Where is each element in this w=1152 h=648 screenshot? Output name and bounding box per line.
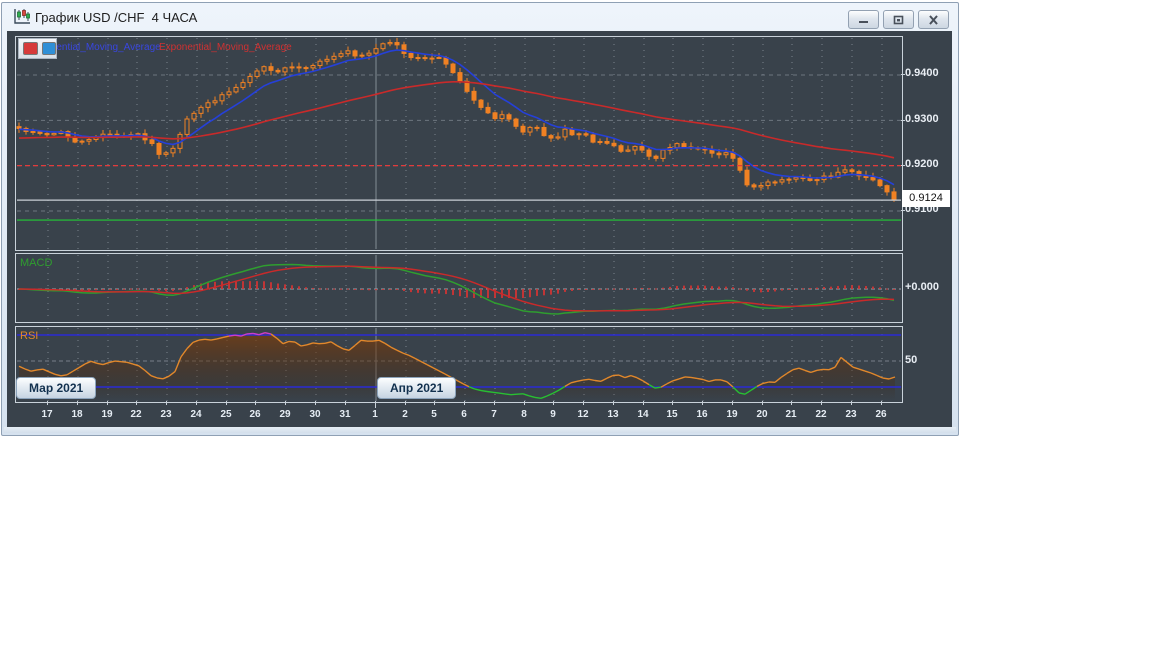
- minimize-icon: [858, 21, 868, 23]
- chart-window: График USD /CHF 4 ЧАСА MACD RSI Exponent…: [1, 2, 959, 436]
- time-axis-tick: [196, 401, 197, 405]
- window-title: График USD /CHF 4 ЧАСА: [35, 10, 198, 25]
- macd-label: MACD: [20, 257, 52, 269]
- time-axis-tick: [464, 401, 465, 405]
- time-axis-label[interactable]: 8: [521, 409, 527, 420]
- current-price-box: 0.9124: [902, 190, 950, 207]
- toolbar-blue-button[interactable]: [41, 42, 56, 55]
- toolbar-red-button[interactable]: [23, 42, 38, 55]
- time-axis-label[interactable]: 17: [41, 409, 52, 420]
- time-axis-label[interactable]: 14: [637, 409, 648, 420]
- time-axis-label[interactable]: 23: [845, 409, 856, 420]
- rsi-fill: [19, 332, 895, 401]
- time-axis-label[interactable]: 15: [666, 409, 677, 420]
- minimize-button[interactable]: [848, 10, 879, 29]
- month-badge-april: Апр 2021: [377, 377, 457, 399]
- restore-button[interactable]: [883, 10, 914, 29]
- rsi-mid-label: 50: [905, 354, 918, 366]
- time-axis-label[interactable]: 29: [279, 409, 290, 420]
- window-controls: [848, 10, 949, 29]
- time-axis-label[interactable]: 1: [372, 409, 378, 420]
- time-axis-tick: [405, 401, 406, 405]
- time-axis-label[interactable]: 22: [815, 409, 826, 420]
- time-axis-label[interactable]: 12: [577, 409, 588, 420]
- time-axis-label[interactable]: 21: [785, 409, 796, 420]
- price-chart-panel[interactable]: [15, 36, 903, 251]
- time-axis-label[interactable]: 2: [402, 409, 408, 420]
- legend-ema-slow-label: Exponential_Moving_Average: [159, 42, 292, 53]
- time-axis-tick: [672, 401, 673, 405]
- time-axis-label[interactable]: 24: [190, 409, 201, 420]
- time-axis-label[interactable]: 31: [339, 409, 350, 420]
- desktop: График USD /CHF 4 ЧАСА MACD RSI Exponent…: [0, 0, 1152, 648]
- time-axis-tick: [821, 401, 822, 405]
- rsi-panel[interactable]: RSI: [15, 326, 903, 403]
- time-axis-tick: [494, 401, 495, 405]
- time-axis-tick: [643, 401, 644, 405]
- time-axis-tick: [166, 401, 167, 405]
- price-axis-tick: [901, 210, 905, 211]
- time-axis-tick: [553, 401, 554, 405]
- price-axis-tick: [901, 120, 905, 121]
- time-axis-label[interactable]: 19: [101, 409, 112, 420]
- price-axis-tick: [901, 74, 905, 75]
- macd-zero-label: +0.000: [905, 281, 939, 293]
- time-axis-tick: [434, 401, 435, 405]
- time-axis-label[interactable]: 22: [130, 409, 141, 420]
- price-axis-tick: [901, 165, 905, 166]
- price-axis-label: 0.9400: [905, 67, 939, 79]
- time-axis-label[interactable]: 19: [726, 409, 737, 420]
- price-axis-label: 0.9300: [905, 113, 939, 125]
- time-axis-tick: [285, 401, 286, 405]
- time-axis-tick: [77, 401, 78, 405]
- time-axis-tick: [583, 401, 584, 405]
- time-axis-tick: [136, 401, 137, 405]
- time-axis-tick: [226, 401, 227, 405]
- price-axis-label: 0.9200: [905, 158, 939, 170]
- time-axis-tick: [375, 401, 376, 408]
- time-axis-label[interactable]: 25: [220, 409, 231, 420]
- time-axis-label[interactable]: 13: [607, 409, 618, 420]
- time-axis-label[interactable]: 7: [491, 409, 497, 420]
- time-axis-tick: [762, 401, 763, 405]
- candlestick-app-icon: [14, 9, 30, 24]
- time-axis-label[interactable]: 9: [550, 409, 556, 420]
- time-axis-label[interactable]: 6: [461, 409, 467, 420]
- time-axis-tick: [315, 401, 316, 405]
- time-axis-label[interactable]: 20: [756, 409, 767, 420]
- time-axis-tick: [345, 401, 346, 405]
- restore-icon: [893, 15, 904, 24]
- rsi-label: RSI: [20, 330, 38, 342]
- time-axis-label[interactable]: 26: [875, 409, 886, 420]
- close-button[interactable]: [918, 10, 949, 29]
- time-axis-label[interactable]: 23: [160, 409, 171, 420]
- title-bar[interactable]: График USD /CHF 4 ЧАСА: [2, 3, 958, 30]
- indicator-toolbar: [18, 38, 57, 59]
- time-axis-tick: [613, 401, 614, 405]
- time-axis-label[interactable]: 18: [71, 409, 82, 420]
- time-axis-tick: [47, 401, 48, 405]
- time-axis-tick: [851, 401, 852, 405]
- time-axis-label[interactable]: 30: [309, 409, 320, 420]
- time-axis-tick: [255, 401, 256, 405]
- time-axis-tick: [702, 401, 703, 405]
- time-axis-label[interactable]: 5: [431, 409, 437, 420]
- month-badge-march: Мар 2021: [16, 377, 97, 399]
- time-axis-label[interactable]: 26: [249, 409, 260, 420]
- macd-panel[interactable]: MACD: [15, 253, 903, 323]
- time-axis-tick: [524, 401, 525, 405]
- time-axis-label[interactable]: 16: [696, 409, 707, 420]
- time-axis-tick: [107, 401, 108, 405]
- time-axis-tick: [732, 401, 733, 405]
- time-axis-tick: [791, 401, 792, 405]
- window-bottom-edge: [4, 427, 956, 433]
- time-axis-tick: [881, 401, 882, 405]
- close-icon: [929, 14, 938, 25]
